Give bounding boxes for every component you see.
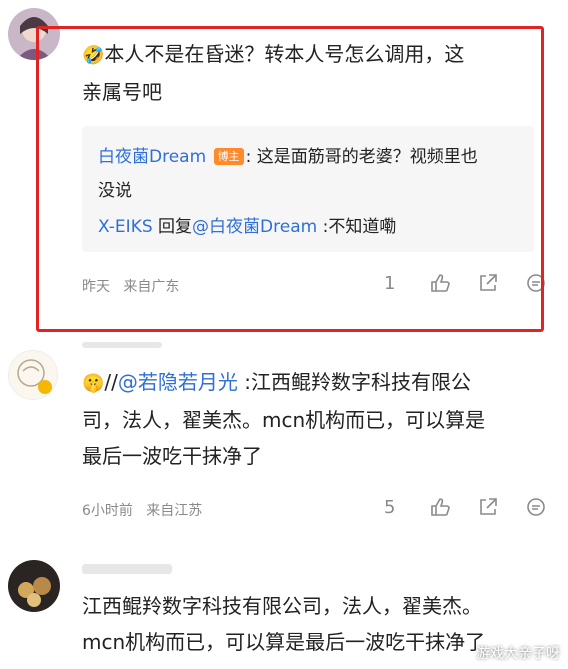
- watermark: 游戏大亲子呀: [476, 646, 560, 662]
- like-count: 5: [384, 496, 396, 518]
- comment-time: 6小时前: [82, 503, 133, 519]
- share-icon[interactable]: [477, 496, 499, 518]
- comment-text: 🤫//@若隐若月光 :江西鲲羚数字科技有限公 司，法人，翟美杰。mcn机构而已，…: [82, 370, 486, 468]
- highlight-annotation: [36, 26, 544, 332]
- mention-link[interactable]: @若隐若月光: [118, 370, 238, 394]
- avatar[interactable]: [8, 350, 58, 400]
- blurred-username: [82, 342, 162, 348]
- thumb-up-icon[interactable]: [429, 496, 451, 518]
- comment-icon[interactable]: [525, 496, 547, 518]
- avatar[interactable]: [8, 560, 60, 612]
- comment-meta: 6小时前 来自江苏: [82, 500, 202, 520]
- comment-location: 来自江苏: [146, 503, 203, 519]
- comment-actions: 5: [384, 496, 547, 518]
- shush-emoji-icon: 🤫: [82, 373, 105, 394]
- blurred-username: [82, 564, 172, 574]
